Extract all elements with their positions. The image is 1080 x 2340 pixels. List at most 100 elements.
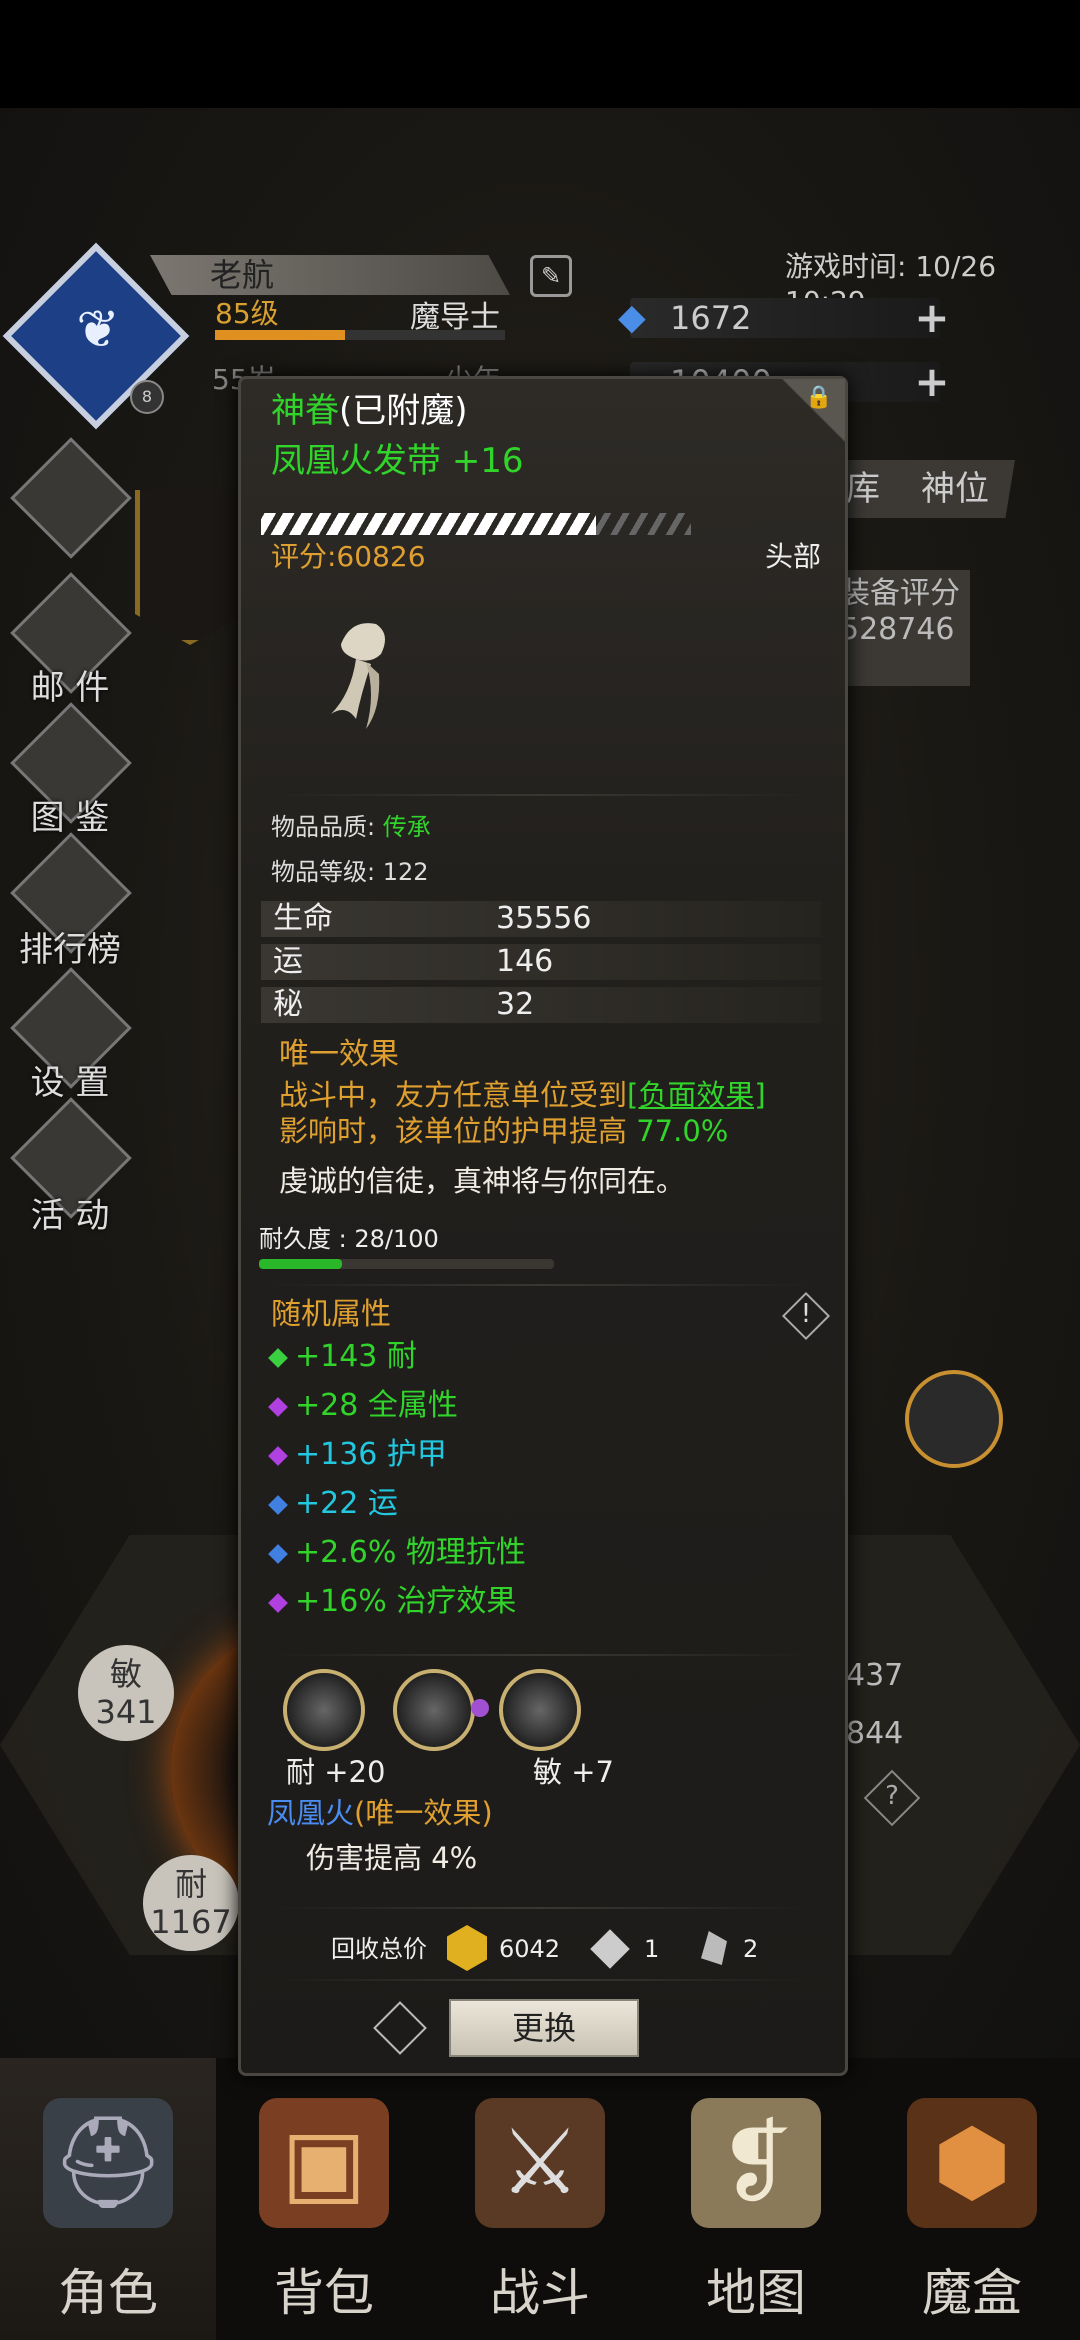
info-icon[interactable]: !: [789, 1297, 823, 1331]
attr-gem-icon: [268, 1445, 288, 1466]
attr-gem-icon: [268, 1592, 288, 1613]
name-plate: [150, 255, 510, 295]
recycle-gold: 6042: [499, 1935, 561, 1963]
socket-bonus-2: 敏 +7: [533, 1755, 614, 1789]
attr-gem-icon: [268, 1396, 288, 1417]
help-icon[interactable]: ?: [872, 1776, 912, 1816]
stat-circle-stamina: 耐 1167: [143, 1855, 239, 1951]
random-attr-item: +136 护甲: [268, 1435, 447, 1475]
stat-label: 生命: [273, 901, 333, 936]
add-gem-button[interactable]: +: [914, 297, 950, 339]
equip-score-label: 装备评分: [840, 576, 960, 611]
nav-label: 地图: [706, 2264, 806, 2322]
stat-value: 35556: [496, 901, 592, 936]
unique-effect-line2: 影响时，该单位的护甲提高 77.0%: [279, 1114, 729, 1148]
emblem-icon: ❦: [76, 300, 120, 360]
player-name: 老航: [210, 256, 275, 294]
magic-box-icon: ⬢: [907, 2098, 1037, 2228]
tab-divine[interactable]: 神位: [895, 460, 1015, 518]
random-attr-text: +2.6% 物理抗性: [295, 1535, 526, 1570]
durability-label: 耐久度 : 28/100: [259, 1225, 439, 1253]
unique-effect-title: 唯一效果: [279, 1037, 399, 1072]
equip-score-flag: 装备评分 528746: [830, 570, 970, 686]
nav-backpack[interactable]: ▣ 背包: [216, 2058, 432, 2340]
durability-bar: [259, 1259, 554, 1269]
stat-row: 秘 32: [261, 987, 821, 1023]
enhance-progress-bar: [261, 513, 596, 535]
stat-value: 32: [496, 987, 535, 1022]
xp-bar-fill: [215, 330, 345, 340]
debuff-link[interactable]: [负面效果]: [627, 1078, 766, 1112]
set-effect-title: 凤凰火(唯一效果): [267, 1796, 493, 1830]
random-attrs-title: 随机属性: [271, 1297, 391, 1332]
attr-gem-icon: [268, 1494, 288, 1515]
stat-circle-label: 耐: [174, 1865, 207, 1903]
separator: [271, 1979, 811, 1981]
nav-character[interactable]: ⛑ 角色: [0, 2058, 216, 2340]
gem-icon: ◆: [618, 297, 646, 338]
nav-map[interactable]: ❡ 地图: [648, 2058, 864, 2340]
separator: [271, 794, 811, 796]
add-gold-button[interactable]: +: [914, 361, 950, 403]
durability-bar-fill: [259, 1259, 342, 1269]
edit-name-icon[interactable]: ✎: [530, 255, 572, 297]
random-attr-item: +16% 治疗效果: [268, 1582, 517, 1622]
material-a-icon: [590, 1929, 630, 1969]
nav-label: 背包: [274, 2264, 374, 2322]
nav-label: 战斗: [490, 2264, 590, 2322]
item-score: 评分:60826: [271, 540, 426, 573]
separator: [271, 1654, 811, 1656]
side-menu-ranking[interactable]: 排行榜: [10, 922, 130, 971]
item-quality-line: 物品品质: 传承: [271, 813, 431, 841]
random-attr-item: +2.6% 物理抗性: [268, 1533, 526, 1573]
random-attr-text: +16% 治疗效果: [295, 1584, 517, 1619]
socket-gem-icon[interactable]: [283, 1669, 365, 1751]
socket-link-icon: [471, 1699, 489, 1717]
socket-gem-icon[interactable]: [499, 1669, 581, 1751]
random-attr-text: +28 全属性: [295, 1388, 458, 1423]
stat-row: 生命 35556: [261, 901, 821, 937]
stat-circle-agility: 敏 341: [78, 1645, 174, 1741]
scroll-map-icon: ❡: [691, 2098, 821, 2228]
socket-bonus-1: 耐 +20: [286, 1755, 386, 1789]
item-flavor-text: 虔诚的信徒，真神将与你同在。: [279, 1164, 686, 1198]
emblem-badge: 8: [130, 380, 164, 414]
random-attr-text: +22 运: [295, 1486, 398, 1521]
recycle-label: 回收总价: [331, 1935, 427, 1963]
stat-circle-label: 敏: [109, 1655, 142, 1693]
item-name-line: 凤凰火发带 +16: [271, 439, 524, 483]
recycle-material-a: 1: [644, 1935, 660, 1963]
right-stat-2: 844: [846, 1716, 904, 1751]
socket-gem-icon[interactable]: [393, 1669, 475, 1751]
separator: [271, 1284, 811, 1286]
rank-crest-icon[interactable]: [905, 1370, 1003, 1468]
nav-magic-box[interactable]: ⬢ 魔盒: [864, 2058, 1080, 2340]
item-level: 122: [382, 858, 429, 886]
share-icon[interactable]: [373, 2001, 427, 2055]
stat-circle-value: 1167: [150, 1903, 232, 1941]
sword-shield-icon: ⚔: [475, 2098, 605, 2228]
item-name: 凤凰火发带: [271, 441, 441, 481]
equip-score-value: 528746: [840, 612, 955, 647]
status-bar: [0, 0, 1080, 108]
item-tooltip: 🔒 神眷(已附魔) 凤凰火发带 +16 评分:60826 头部 物品品质: 传承…: [238, 376, 848, 2076]
separator: [271, 1907, 811, 1909]
right-stat-1: 437: [846, 1658, 904, 1693]
random-attr-item: +143 耐: [268, 1337, 417, 1377]
nav-battle[interactable]: ⚔ 战斗: [432, 2058, 648, 2340]
enhance-progress-empty: [596, 513, 691, 535]
player-level: 85级: [215, 297, 279, 330]
gem-count: 1672: [670, 299, 752, 337]
backpack-icon: ▣: [259, 2098, 389, 2228]
replace-button[interactable]: 更换: [449, 1999, 639, 2057]
lock-icon[interactable]: 🔒: [805, 385, 832, 411]
gold-crystal-icon: [447, 1925, 487, 1971]
item-level-line: 物品等级: 122: [271, 858, 429, 886]
random-attr-item: +28 全属性: [268, 1386, 458, 1426]
side-menu-events[interactable]: 活 动: [10, 1188, 130, 1237]
stat-row: 运 146: [261, 944, 821, 980]
nav-label: 角色: [58, 2264, 158, 2322]
item-quality: 传承: [382, 813, 431, 841]
stat-circle-value: 341: [95, 1693, 157, 1731]
item-title: 神眷(已附魔): [271, 391, 468, 431]
